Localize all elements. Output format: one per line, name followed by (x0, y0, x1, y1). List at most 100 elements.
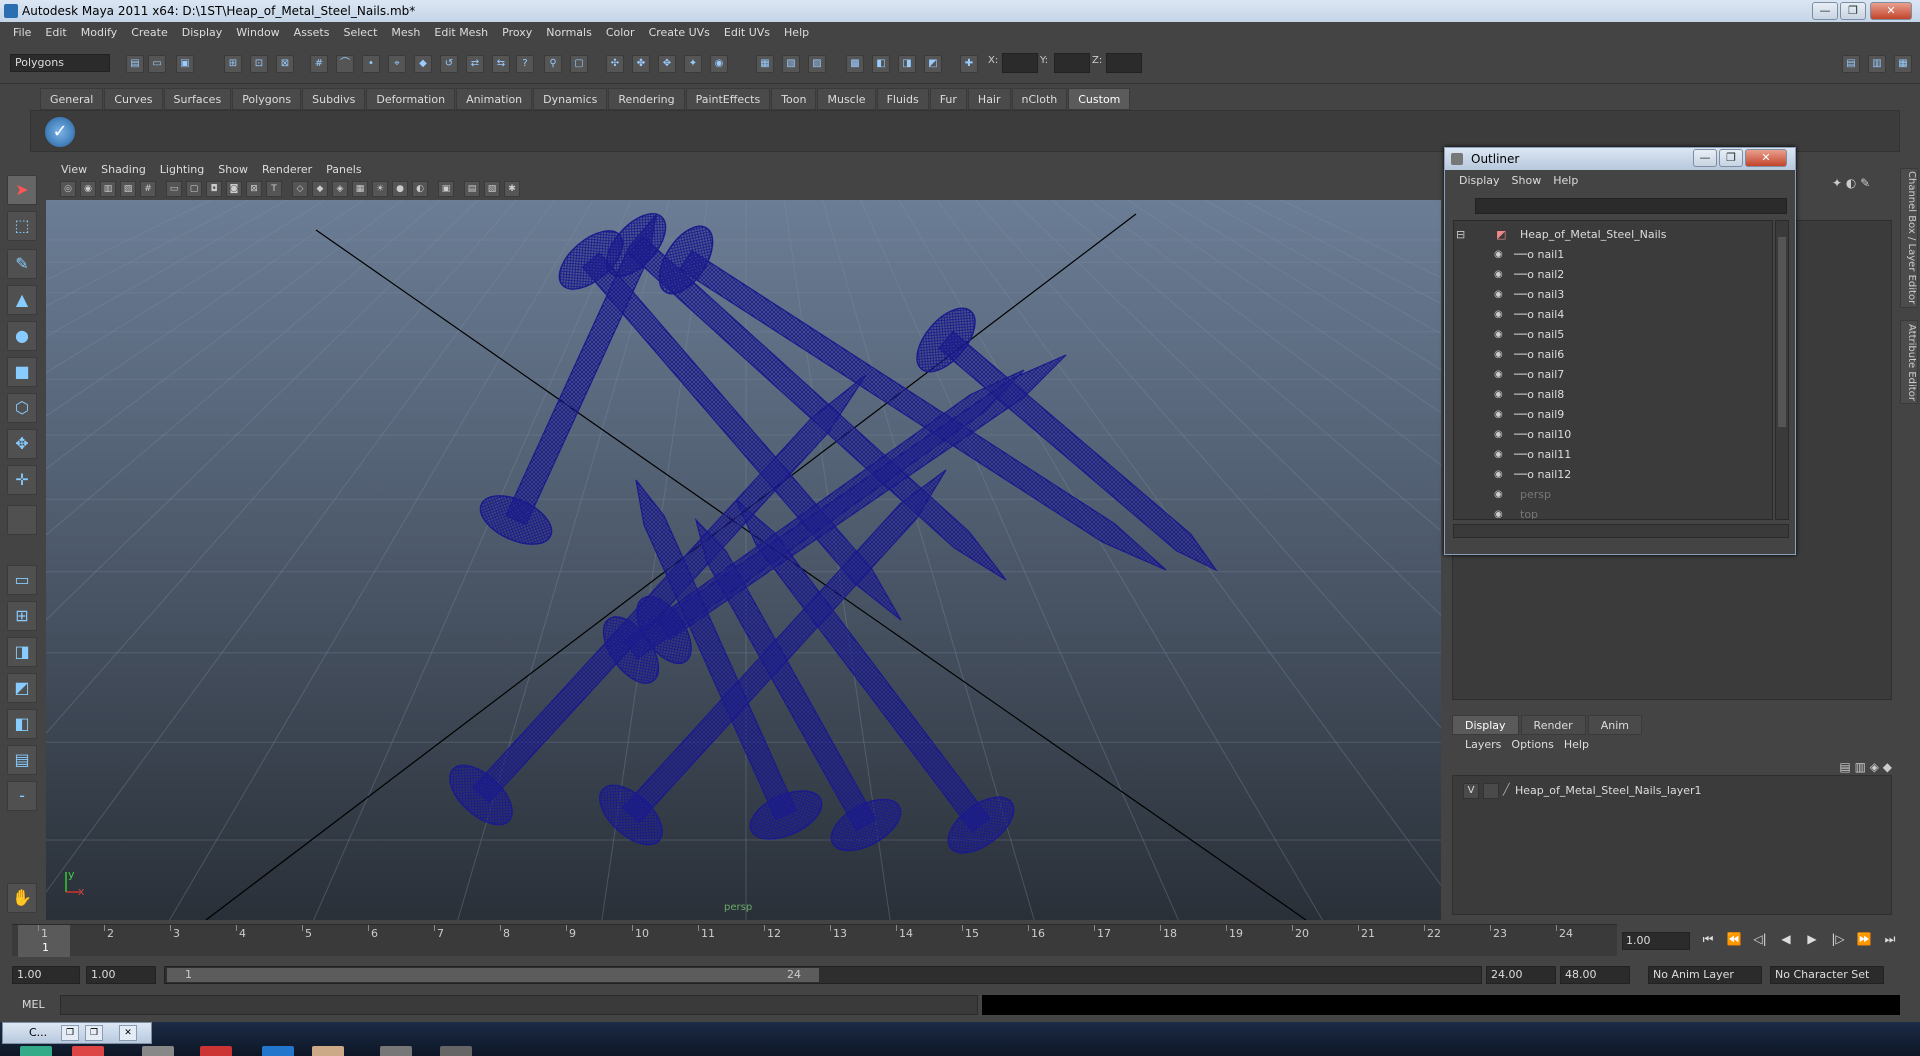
outliner-root-row[interactable]: ⊟ ◩ Heap_of_Metal_Steel_Nails (1454, 225, 1754, 245)
character-set-dropdown[interactable]: No Character Set (1770, 966, 1884, 984)
xray-joints-icon[interactable]: ▧ (484, 181, 500, 197)
close-button[interactable]: ✕ (1870, 2, 1912, 20)
shelf-tab-deformation[interactable]: Deformation (366, 88, 456, 110)
folder-icon[interactable] (312, 1046, 344, 1056)
use-all-lights-icon[interactable]: ☀ (372, 181, 388, 197)
xray-icon[interactable]: ▤ (464, 181, 480, 197)
render-view-icon[interactable]: ◉ (710, 55, 728, 73)
outliner-item-row[interactable]: ◉ ──o nail1 (1454, 245, 1754, 265)
layer-row[interactable]: V ╱ Heap_of_Metal_Steel_Nails_layer1 (1457, 782, 1887, 800)
shelf-tab-surfaces[interactable]: Surfaces (163, 88, 232, 110)
check-icon[interactable]: ✓ (45, 117, 75, 147)
menu-file[interactable]: File (6, 26, 38, 39)
outliner-horizontal-scrollbar[interactable] (1453, 524, 1789, 538)
outliner-minimize-button[interactable]: — (1693, 149, 1717, 167)
toggle-attribute-editor-icon[interactable]: ▦ (1894, 55, 1912, 73)
step-back-frame-icon[interactable]: ◁| (1747, 932, 1773, 950)
render-region-icon[interactable]: ▢ (570, 55, 588, 73)
history-icon[interactable]: ↺ (440, 55, 458, 73)
snap-grid-icon[interactable]: # (310, 55, 328, 73)
outliner-maximize-button[interactable]: ❐ (1719, 149, 1743, 167)
outliner-filter-input[interactable] (1475, 198, 1787, 214)
photoshop-icon[interactable] (262, 1046, 294, 1056)
outliner-camera-row[interactable]: ◉ persp (1454, 485, 1754, 505)
open-scene-icon[interactable]: ▭ (148, 55, 166, 73)
play-forward-icon[interactable]: ▶ (1799, 932, 1825, 950)
menu-edit-uvs[interactable]: Edit UVs (717, 26, 777, 39)
outliner-scroll-thumb[interactable] (1778, 237, 1786, 427)
menu-edit-mesh[interactable]: Edit Mesh (427, 26, 495, 39)
menu-create-uvs[interactable]: Create UVs (642, 26, 717, 39)
go-to-start-icon[interactable]: ⏮ (1695, 932, 1721, 950)
animation-start-field[interactable]: 1.00 (12, 966, 80, 984)
step-back-key-icon[interactable]: ⏪ (1721, 932, 1747, 950)
side-tab-attribute-editor[interactable]: Attribute Editor (1900, 320, 1918, 404)
start-icon[interactable] (20, 1046, 52, 1056)
menu-display[interactable]: Display (175, 26, 230, 39)
layout-menu-icon[interactable]: - (7, 781, 37, 811)
step-forward-frame-icon[interactable]: |▷ (1825, 932, 1851, 950)
help-icon[interactable]: ? (516, 55, 534, 73)
output-ops-icon[interactable]: ⇆ (492, 55, 510, 73)
paint-select-icon[interactable]: ✎ (7, 249, 37, 279)
perspective-viewport[interactable]: persp y x (46, 200, 1441, 920)
layer-tab-render[interactable]: Render (1520, 715, 1586, 735)
safe-title-icon[interactable]: T (266, 181, 282, 197)
shelf-tab-animation[interactable]: Animation (456, 88, 533, 110)
minimized-window[interactable]: C... ❐ ❐ ✕ (2, 1022, 152, 1044)
minimize-button[interactable]: — (1812, 2, 1838, 20)
outliner-vertical-scrollbar[interactable] (1775, 220, 1789, 520)
scale-tool-icon[interactable]: ■ (7, 357, 37, 387)
outliner-item-row[interactable]: ◉ ──o nail2 (1454, 265, 1754, 285)
range-slider[interactable]: 1 24 (164, 966, 1482, 984)
x-coord-field[interactable] (1002, 53, 1038, 73)
safe-action-icon[interactable]: ⊠ (246, 181, 262, 197)
menu-edit[interactable]: Edit (38, 26, 73, 39)
four-pane-layout-icon[interactable]: ⊞ (7, 601, 37, 631)
viewport-menu-panels[interactable]: Panels (319, 163, 368, 176)
render-current-icon[interactable]: ✣ (606, 55, 624, 73)
menu-normals[interactable]: Normals (539, 26, 599, 39)
shelf-tab-rendering[interactable]: Rendering (608, 88, 685, 110)
select-tool-icon[interactable]: ➤ (7, 175, 37, 205)
camera-attributes-icon[interactable]: ◉ (80, 181, 96, 197)
transform-icon[interactable]: ✚ (960, 55, 978, 73)
z-coord-field[interactable] (1106, 53, 1142, 73)
outliner-item-row[interactable]: ◉ ──o nail3 (1454, 285, 1754, 305)
time-slider[interactable]: 1 1 2 3 4 5 6 7 8 9 10 11 12 13 14 15 16 17 18 19 20 21 22 23 2… (12, 924, 1617, 957)
menu-mesh[interactable]: Mesh (384, 26, 427, 39)
range-slider-handle[interactable] (167, 968, 819, 982)
command-language-label[interactable]: MEL (22, 998, 45, 1011)
graph-layout-icon[interactable]: ▤ (7, 745, 37, 775)
outliner-item-row[interactable]: ◉ ──o nail10 (1454, 425, 1754, 445)
playback-start-field[interactable]: 1.00 (86, 966, 156, 984)
hypershade-icon[interactable]: ✦ (684, 55, 702, 73)
render-settings-icon[interactable]: ✥ (658, 55, 676, 73)
outliner-persp-layout-icon[interactable]: ◨ (7, 637, 37, 667)
maximize-button[interactable]: ❐ (1840, 2, 1866, 20)
menu-window[interactable]: Window (229, 26, 286, 39)
maya-taskbar-icon[interactable] (380, 1046, 412, 1056)
go-to-end-icon[interactable]: ⏭ (1877, 932, 1903, 950)
layer-tab-display[interactable]: Display (1452, 715, 1519, 735)
shelf-tab-subdivs[interactable]: Subdivs (302, 88, 366, 110)
snap-curve-icon[interactable]: ⌒ (336, 55, 354, 73)
wireframe-on-shaded-icon[interactable]: ◈ (332, 181, 348, 197)
gate-mask-icon[interactable]: ◘ (206, 181, 222, 197)
outliner-item-row[interactable]: ◉ ──o nail7 (1454, 365, 1754, 385)
snap-point-icon[interactable]: • (362, 55, 380, 73)
new-scene-icon[interactable]: ▤ (126, 55, 144, 73)
select-object-icon[interactable]: ⊡ (250, 55, 268, 73)
outliner-menu-display[interactable]: Display (1453, 174, 1506, 187)
image-plane-icon[interactable]: ▨ (120, 181, 136, 197)
uv-editor-icon[interactable]: ◧ (872, 55, 890, 73)
outliner-close-button[interactable]: ✕ (1745, 149, 1787, 167)
rotate-tool-icon[interactable]: ● (7, 321, 37, 351)
universal-manipulator-icon[interactable]: ⬡ (7, 393, 37, 423)
collapse-icon[interactable]: ⊟ (1456, 225, 1465, 245)
minimized-close-button[interactable]: ✕ (119, 1025, 137, 1041)
layer-type-toggle[interactable] (1483, 783, 1499, 799)
resolution-gate-icon[interactable]: ▢ (186, 181, 202, 197)
layer-menu-layers[interactable]: Layers (1460, 738, 1506, 751)
xray-active-icon[interactable]: ✱ (504, 181, 520, 197)
